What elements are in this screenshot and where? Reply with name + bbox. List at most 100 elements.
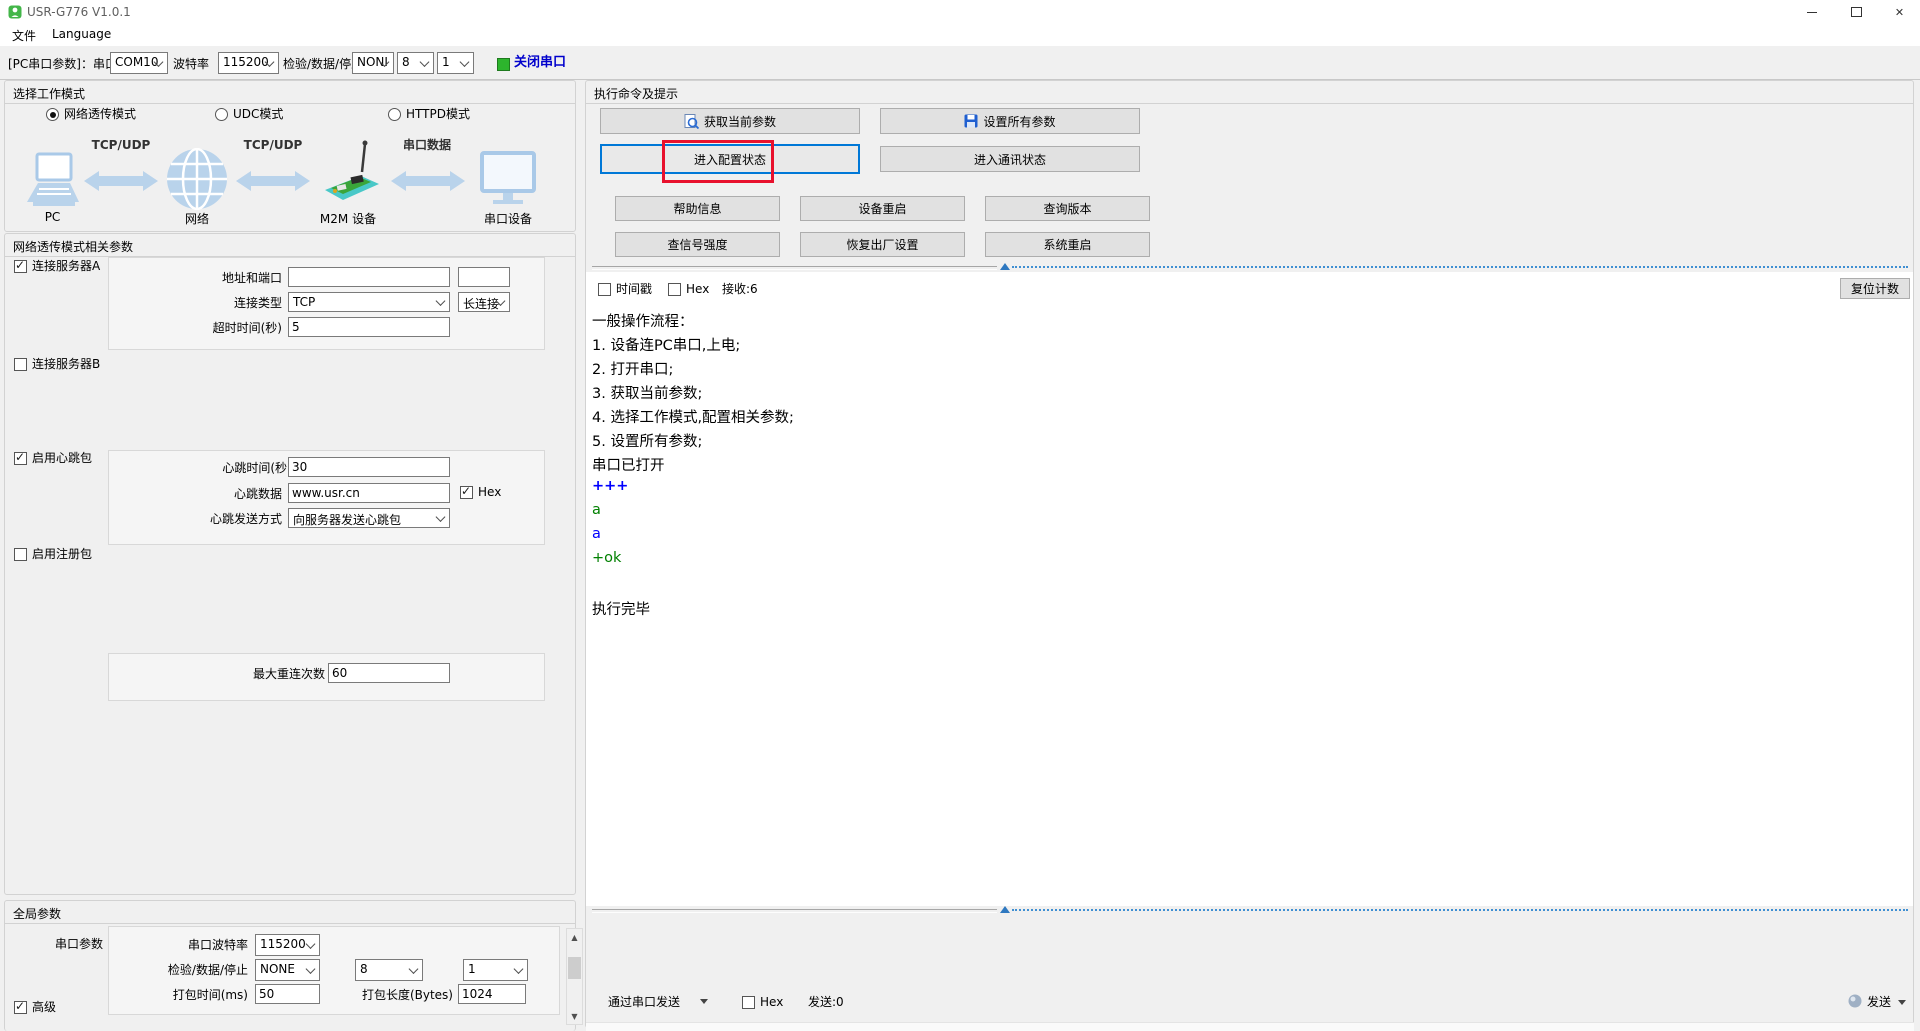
m2m-device-icon (313, 138, 385, 210)
timestamp-checkbox[interactable] (598, 283, 611, 296)
reconnect-input[interactable] (328, 663, 450, 683)
query-signal-button[interactable]: 查信号强度 (615, 232, 780, 257)
query-version-button[interactable]: 查询版本 (985, 196, 1150, 221)
timestamp-label[interactable]: 时间戳 (616, 282, 652, 297)
app-icon (8, 5, 22, 19)
diagram-m2m-label: M2M 设备 (308, 212, 388, 227)
parity-select[interactable]: NONI (352, 52, 394, 74)
send-splitter[interactable] (590, 906, 1910, 915)
server-b-checkbox[interactable] (14, 358, 27, 371)
system-reboot-button[interactable]: 系统重启 (985, 232, 1150, 257)
global-baud-select[interactable]: 115200 (255, 934, 320, 956)
port-open-status-icon (497, 58, 510, 71)
heartbeat-data-input[interactable] (288, 483, 450, 503)
command-panel-title: 执行命令及提示 (594, 85, 678, 102)
server-a-port-input[interactable] (458, 267, 510, 287)
scroll-up-icon[interactable]: ▲ (567, 929, 582, 945)
baud-label: 波特率 (173, 57, 209, 72)
set-params-button[interactable]: 设置所有参数 (880, 108, 1140, 134)
splitter-thumb-icon[interactable] (1000, 906, 1010, 913)
heartbeat-time-input[interactable] (288, 457, 450, 477)
left-panel-scrollbar[interactable]: ▲ ▼ (566, 928, 583, 1025)
get-params-button[interactable]: 获取当前参数 (600, 108, 860, 134)
close-button[interactable]: ✕ (1879, 0, 1920, 24)
log-line: a (592, 526, 601, 542)
receive-hex-checkbox[interactable] (668, 283, 681, 296)
pack-time-label: 打包时间(ms) (100, 988, 248, 1003)
receive-count: 接收:6 (722, 282, 758, 297)
red-highlight-box (662, 140, 774, 183)
send-button[interactable]: 发送 (1867, 995, 1891, 1010)
global-params-title: 全局参数 (13, 905, 61, 922)
conn-type-select[interactable]: TCP (288, 292, 450, 312)
global-databits-select[interactable]: 8 (355, 959, 423, 981)
maximize-icon (1851, 7, 1862, 17)
receive-hex-label[interactable]: Hex (686, 282, 709, 297)
work-mode-title: 选择工作模式 (13, 85, 85, 102)
heartbeat-label[interactable]: 启用心跳包 (32, 451, 92, 466)
send-hex-label[interactable]: Hex (760, 995, 783, 1010)
scroll-down-icon[interactable]: ▼ (567, 1008, 582, 1024)
maximize-button[interactable] (1834, 0, 1879, 24)
menu-file[interactable]: 文件 (12, 27, 36, 44)
send-hex-checkbox[interactable] (742, 996, 755, 1009)
timeout-label: 超时时间(秒) (150, 321, 282, 336)
pack-len-label: 打包长度(Bytes) (320, 988, 453, 1003)
close-port-button[interactable]: 关闭串口 (514, 55, 566, 70)
server-a-label[interactable]: 连接服务器A (32, 259, 100, 274)
chevron-down-icon[interactable] (1898, 1000, 1906, 1005)
chevron-down-icon (420, 57, 430, 67)
radio-httpd-label[interactable]: HTTPD模式 (406, 107, 470, 122)
factory-reset-button[interactable]: 恢复出厂设置 (800, 232, 965, 257)
diagram-link2-label: TCP/UDP (234, 138, 312, 153)
heartbeat-hex-checkbox[interactable] (460, 486, 473, 499)
enter-comm-button[interactable]: 进入通讯状态 (880, 146, 1140, 172)
log-line: 5. 设置所有参数; (592, 430, 702, 451)
help-button[interactable]: 帮助信息 (615, 196, 780, 221)
receive-splitter[interactable] (590, 263, 1910, 272)
heartbeat-mode-select[interactable]: 向服务器发送心跳包 (288, 508, 450, 528)
com-port-select[interactable]: COM10 (110, 52, 168, 74)
log-line: 一般操作流程： (592, 310, 694, 331)
register-checkbox[interactable] (14, 548, 27, 561)
menu-language[interactable]: Language (52, 27, 111, 41)
radio-udc-mode[interactable] (215, 108, 228, 121)
heartbeat-hex-label[interactable]: Hex (478, 485, 501, 500)
log-line: 1. 设备连PC串口,上电; (592, 334, 740, 355)
timeout-input[interactable] (288, 317, 450, 337)
reset-count-button[interactable]: 复位计数 (1840, 278, 1910, 299)
advanced-label[interactable]: 高级 (32, 1000, 56, 1015)
chevron-down-icon[interactable] (700, 999, 708, 1004)
log-line: 4. 选择工作模式,配置相关参数; (592, 406, 794, 427)
title-bar: USR-G776 V1.0.1 ✕ (0, 0, 1920, 24)
stopbits-select[interactable]: 1 (437, 52, 474, 74)
radio-httpd-mode[interactable] (388, 108, 401, 121)
global-baud-label: 串口波特率 (100, 938, 248, 953)
server-a-checkbox[interactable] (14, 260, 27, 273)
server-a-address-input[interactable] (288, 267, 450, 287)
radio-udc-label[interactable]: UDC模式 (233, 107, 283, 122)
scrollbar-thumb[interactable] (568, 957, 581, 979)
minimize-button[interactable] (1789, 0, 1834, 24)
heartbeat-data-label: 心跳数据 (150, 487, 282, 502)
reconnect-label: 最大重连次数 (180, 667, 325, 682)
network-globe-icon (166, 148, 228, 210)
receive-log-area (586, 272, 1913, 906)
advanced-checkbox[interactable] (14, 1001, 27, 1014)
server-b-label[interactable]: 连接服务器B (32, 357, 100, 372)
global-parity-select[interactable]: NONE (255, 959, 320, 981)
global-stopbits-select[interactable]: 1 (463, 959, 528, 981)
radio-net-transparent-mode[interactable] (46, 108, 59, 121)
pack-time-input[interactable] (255, 984, 320, 1004)
splitter-thumb-icon[interactable] (1000, 263, 1010, 270)
baud-select[interactable]: 115200 (218, 52, 279, 74)
send-via-serial-dropdown[interactable]: 通过串口发送 (608, 995, 680, 1010)
register-label[interactable]: 启用注册包 (32, 547, 92, 562)
radio-net-transparent-label[interactable]: 网络透传模式 (64, 107, 136, 122)
menu-bar: 文件 Language (0, 24, 1920, 46)
device-reboot-button[interactable]: 设备重启 (800, 196, 965, 221)
databits-select[interactable]: 8 (397, 52, 434, 74)
pack-len-input[interactable] (458, 984, 526, 1004)
heartbeat-checkbox[interactable] (14, 452, 27, 465)
conn-mode-select[interactable]: 长连接 (458, 292, 510, 312)
